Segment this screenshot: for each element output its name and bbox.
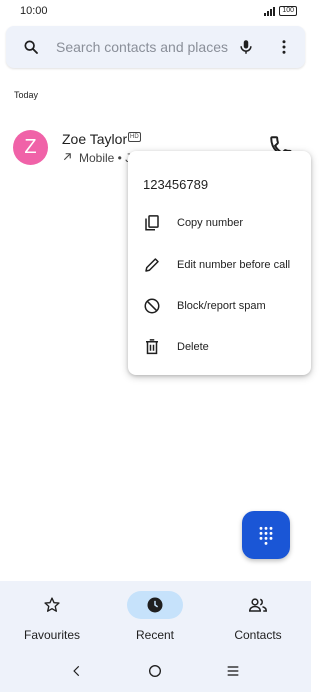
status-icons: 100 [264, 6, 297, 16]
menu-item-label: Delete [177, 341, 209, 353]
back-icon[interactable] [65, 659, 89, 683]
search-icon[interactable] [20, 36, 42, 58]
dialpad-button[interactable] [242, 511, 290, 559]
block-icon [142, 296, 162, 316]
copy-icon [142, 213, 162, 233]
nav-favourites[interactable]: Favourites [2, 591, 102, 651]
star-icon [24, 591, 80, 619]
section-label-today: Today [14, 90, 39, 100]
menu-item-label: Edit number before call [177, 259, 291, 271]
menu-item-label: Block/report spam [177, 300, 266, 312]
nav-label: Recent [135, 628, 175, 642]
battery-icon: 100 [279, 6, 297, 16]
status-bar: 10:00 100 [0, 0, 311, 22]
search-input[interactable]: Search contacts and places [56, 39, 235, 55]
signal-icon [264, 6, 276, 16]
recents-icon[interactable] [221, 659, 245, 683]
contact-name: Zoe Taylor [62, 131, 128, 147]
trash-icon [142, 337, 162, 357]
nav-label: Favourites [23, 628, 81, 642]
search-bar[interactable]: Search contacts and places [6, 26, 305, 68]
menu-phone-number: 123456789 [143, 177, 209, 192]
clock-icon [127, 591, 183, 619]
avatar[interactable]: Z [13, 130, 48, 165]
dialpad-icon [259, 526, 273, 545]
pencil-icon [142, 255, 162, 275]
context-menu: 123456789 Copy number Edit number before… [128, 151, 311, 375]
menu-item-edit-number[interactable]: Edit number before call [128, 245, 311, 285]
microphone-icon[interactable] [235, 36, 257, 58]
nav-contacts[interactable]: Contacts [208, 591, 308, 651]
people-icon [230, 591, 286, 619]
menu-item-delete[interactable]: Delete [128, 327, 311, 367]
call-details: Mobile • J [62, 151, 131, 165]
nav-label: Contacts [234, 628, 282, 642]
nav-recent[interactable]: Recent [105, 591, 205, 651]
home-icon[interactable] [143, 659, 167, 683]
outgoing-call-icon [62, 151, 73, 165]
more-options-icon[interactable] [273, 36, 295, 58]
call-detail-text: Mobile • J [79, 151, 132, 165]
menu-item-label: Copy number [177, 217, 244, 229]
menu-item-copy-number[interactable]: Copy number [128, 203, 311, 243]
hd-badge: HD [128, 132, 141, 142]
status-time: 10:00 [20, 5, 48, 17]
system-navigation [0, 655, 311, 687]
menu-item-block-spam[interactable]: Block/report spam [128, 286, 311, 326]
